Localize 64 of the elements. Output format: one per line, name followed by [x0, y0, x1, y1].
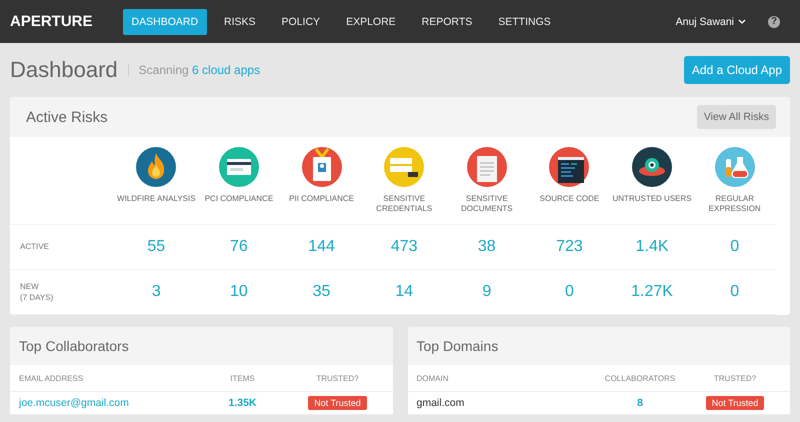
column-header: TRUSTED?	[712, 374, 758, 382]
risk-count[interactable]: 0	[528, 270, 611, 315]
id-badge-icon	[302, 147, 342, 187]
risk-count[interactable]: 9	[446, 270, 528, 315]
risk-count[interactable]: 3	[115, 270, 198, 315]
chevron-down-icon	[738, 18, 746, 24]
nav-tab[interactable]: SETTINGS	[489, 8, 560, 34]
risk-count[interactable]: 1.27K	[610, 270, 694, 315]
nav-tab[interactable]: DASHBOARD	[122, 8, 208, 34]
risk-count[interactable]: 144	[280, 225, 363, 270]
risk-count[interactable]: 723	[528, 225, 611, 270]
risk-count[interactable]: 76	[198, 225, 280, 270]
risk-label: SENSITIVE DOCUMENTS	[460, 194, 514, 215]
trust-badge: Not Trusted	[308, 396, 367, 410]
card-title: Top Collaborators	[10, 327, 392, 365]
card-title: Active Risks	[26, 108, 108, 126]
trust-badge: Not Trusted	[706, 396, 764, 410]
row-label: NEW (7 DAYS)	[10, 270, 115, 315]
risk-count[interactable]: 0	[693, 270, 776, 315]
column-header: ITEMS	[229, 374, 256, 382]
column-header: TRUSTED?	[315, 374, 360, 382]
risk-label: UNTRUSTED USERS	[612, 194, 692, 204]
cloud-apps-link[interactable]: 6 cloud apps	[192, 63, 260, 77]
risk-label: PII COMPLIANCE	[289, 194, 354, 204]
risk-count[interactable]: 1.4K	[610, 225, 694, 270]
scanning-text: Scanning 6 cloud apps	[138, 63, 260, 77]
risk-count[interactable]: 55	[115, 225, 198, 270]
risk-count[interactable]: 35	[280, 270, 363, 315]
column-header: COLLABORATORS	[604, 374, 676, 382]
risk-count[interactable]: 10	[198, 270, 280, 315]
row-label: ACTIVE	[10, 225, 115, 270]
flask-icon	[714, 147, 755, 187]
alien-saucer-icon	[632, 147, 672, 187]
flame-icon	[136, 147, 176, 187]
risk-count[interactable]: 38	[446, 225, 528, 270]
risk-label: REGULAR EXPRESSION	[708, 194, 762, 215]
count-text[interactable]: 8	[600, 397, 680, 409]
domain-text: gmail.com	[416, 397, 466, 409]
page-title: Dashboard	[10, 57, 118, 83]
risk-label: WILDFIRE ANALYSIS	[117, 194, 196, 204]
code-window-icon	[549, 147, 590, 187]
credit-card-icon	[218, 147, 259, 187]
add-app-button[interactable]: Add a Cloud App	[684, 56, 790, 84]
password-fields-icon	[384, 147, 424, 187]
nav-tab[interactable]: EXPLORE	[337, 8, 405, 34]
column-header: DOMAIN	[416, 374, 450, 382]
nav-tab[interactable]: POLICY	[272, 8, 330, 34]
email-link[interactable]: joe.mcuser@gmail.com	[19, 397, 202, 409]
help-icon[interactable]: ?	[768, 16, 780, 28]
risk-count[interactable]: 14	[362, 270, 446, 315]
user-menu[interactable]: Anuj Sawani	[676, 16, 746, 28]
risk-label: SOURCE CODE	[540, 194, 600, 204]
card-title: Top Domains	[408, 327, 790, 365]
count-text[interactable]: 1.35K	[202, 397, 282, 409]
nav-tab[interactable]: RISKS	[215, 8, 265, 34]
view-all-button[interactable]: View All Risks	[696, 105, 776, 129]
risk-label: SENSITIVE CREDENTIALS	[375, 194, 434, 215]
risk-count[interactable]: 473	[362, 225, 446, 270]
risk-count[interactable]: 0	[693, 225, 776, 270]
document-icon	[466, 147, 507, 187]
risk-label: PCI COMPLIANCE	[204, 194, 274, 204]
column-header: EMAIL ADDRESS	[19, 374, 84, 382]
nav-tab[interactable]: REPORTS	[412, 8, 482, 34]
brand-logo: APERTURE	[10, 13, 93, 30]
